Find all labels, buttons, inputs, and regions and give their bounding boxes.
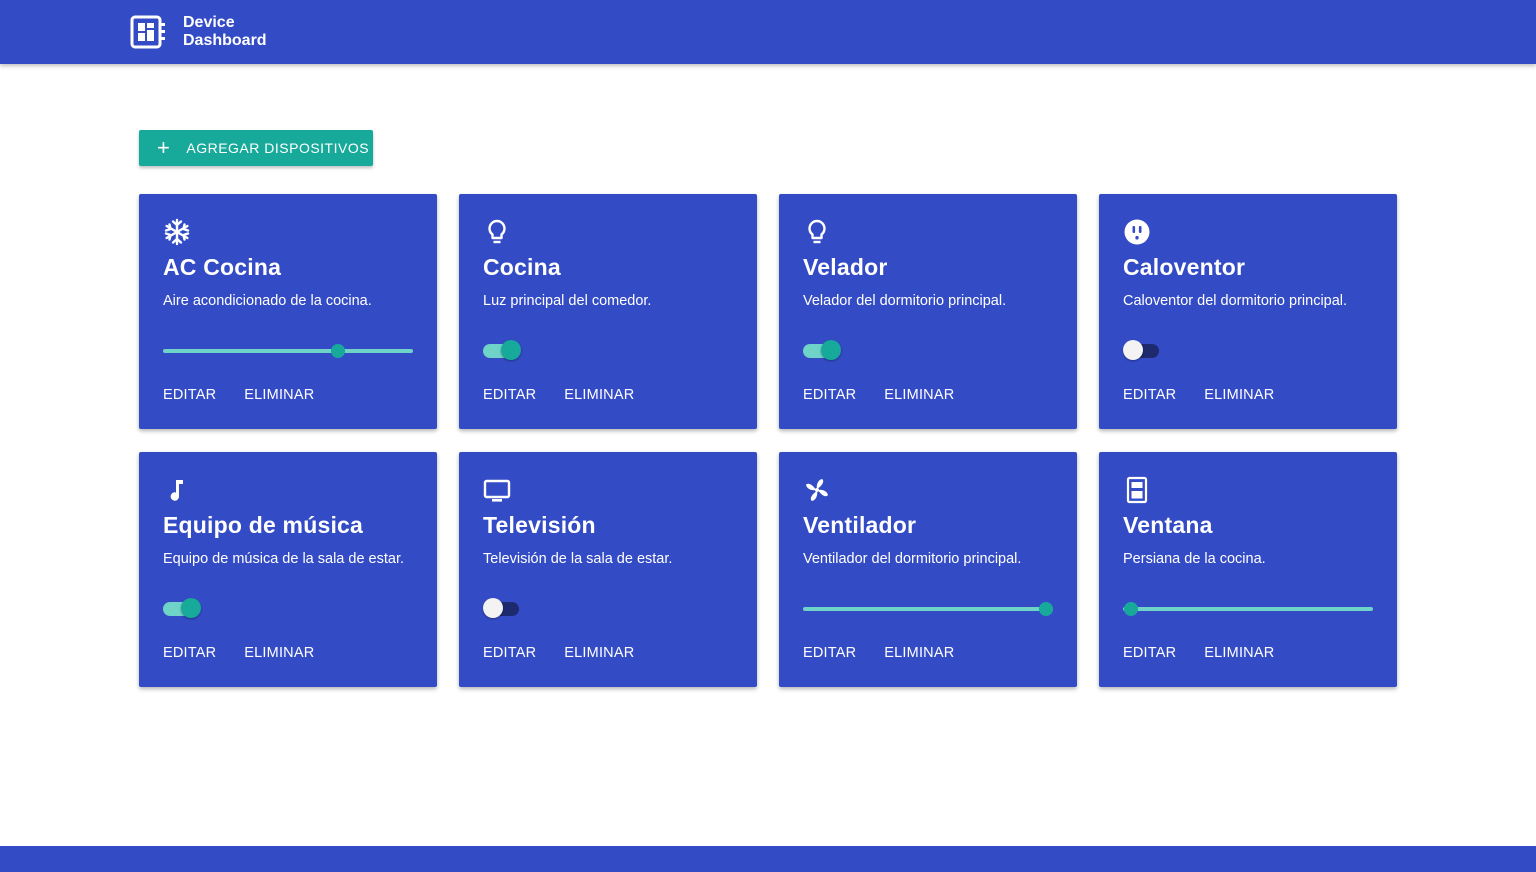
slider-thumb[interactable] — [1038, 602, 1053, 616]
device-card: Equipo de música Equipo de música de la … — [139, 452, 437, 687]
delete-button[interactable]: ELIMINAR — [564, 387, 634, 403]
device-name: Equipo de música — [163, 512, 364, 538]
device-switch-wrap — [803, 339, 1053, 361]
brand[interactable]: Device Dashboard — [130, 14, 267, 50]
edit-button[interactable]: EDITAR — [1123, 645, 1176, 661]
window-blind-icon — [1126, 476, 1148, 504]
delete-button[interactable]: ELIMINAR — [884, 645, 954, 661]
edit-button[interactable]: EDITAR — [163, 645, 216, 661]
device-actions: EDITAR ELIMINAR — [1123, 645, 1274, 661]
device-actions: EDITAR ELIMINAR — [163, 387, 314, 403]
device-actions: EDITAR ELIMINAR — [163, 645, 314, 661]
device-switch-wrap — [163, 597, 413, 619]
device-card: Televisión Televisión de la sala de esta… — [459, 452, 757, 687]
device-card: Ventilador Ventilador del dormitorio pri… — [779, 452, 1077, 687]
device-toggle-switch[interactable] — [483, 597, 523, 619]
switch-knob — [483, 598, 503, 618]
device-description: Velador del dormitorio principal. — [803, 293, 1007, 309]
device-actions: EDITAR ELIMINAR — [803, 387, 954, 403]
delete-button[interactable]: ELIMINAR — [244, 645, 314, 661]
device-actions: EDITAR ELIMINAR — [1123, 387, 1274, 403]
footer-bar — [0, 846, 1536, 872]
edit-button[interactable]: EDITAR — [163, 387, 216, 403]
add-devices-label: AGREGAR DISPOSITIVOS — [186, 140, 370, 156]
delete-button[interactable]: ELIMINAR — [1204, 645, 1274, 661]
device-slider[interactable] — [163, 339, 413, 361]
top-app-bar: Device Dashboard — [0, 0, 1536, 64]
music-note-icon — [170, 480, 183, 501]
device-name: AC Cocina — [163, 254, 282, 280]
device-actions: EDITAR ELIMINAR — [483, 645, 634, 661]
slider-thumb[interactable] — [1123, 602, 1138, 616]
device-description: Equipo de música de la sala de estar. — [163, 551, 405, 567]
device-description: Ventilador del dormitorio principal. — [803, 551, 1022, 567]
slider-track[interactable] — [163, 349, 413, 353]
switch-knob — [1123, 340, 1143, 360]
app-title-line2: Dashboard — [183, 32, 267, 49]
slider-track[interactable] — [1123, 607, 1373, 611]
device-card: Caloventor Caloventor del dormitorio pri… — [1099, 194, 1397, 429]
edit-button[interactable]: EDITAR — [483, 387, 536, 403]
snowflake-icon — [164, 218, 190, 246]
delete-button[interactable]: ELIMINAR — [564, 645, 634, 661]
slider-thumb[interactable] — [331, 344, 345, 358]
device-card: Ventana Persiana de la cocina. EDITAR EL… — [1099, 452, 1397, 687]
edit-button[interactable]: EDITAR — [1123, 387, 1176, 403]
device-name: Caloventor — [1123, 254, 1246, 280]
device-switch-wrap — [483, 339, 733, 361]
device-toggle-switch[interactable] — [1123, 339, 1163, 361]
device-name: Ventilador — [803, 512, 917, 538]
dashboard-icon — [130, 15, 165, 49]
device-name: Velador — [803, 254, 888, 280]
device-slider[interactable] — [803, 597, 1053, 619]
device-toggle-switch[interactable] — [163, 597, 203, 619]
delete-button[interactable]: ELIMINAR — [1204, 387, 1274, 403]
lightbulb-icon — [808, 219, 826, 244]
device-description: Persiana de la cocina. — [1123, 551, 1266, 567]
device-slider[interactable] — [1123, 597, 1373, 619]
plus-icon: + — [157, 135, 171, 160]
device-actions: EDITAR ELIMINAR — [483, 387, 634, 403]
tv-icon — [483, 479, 511, 502]
switch-knob — [501, 340, 521, 360]
device-description: Aire acondicionado de la cocina. — [163, 293, 372, 309]
device-card: Velador Velador del dormitorio principal… — [779, 194, 1077, 429]
edit-button[interactable]: EDITAR — [803, 645, 856, 661]
edit-button[interactable]: EDITAR — [483, 645, 536, 661]
device-toggle-switch[interactable] — [483, 339, 523, 361]
device-name: Televisión — [483, 512, 596, 538]
device-switch-wrap — [1123, 339, 1373, 361]
device-card: Cocina Luz principal del comedor. EDITAR… — [459, 194, 757, 429]
device-description: Caloventor del dormitorio principal. — [1123, 293, 1348, 309]
device-card: AC Cocina Aire acondicionado de la cocin… — [139, 194, 437, 429]
delete-button[interactable]: ELIMINAR — [884, 387, 954, 403]
switch-knob — [821, 340, 841, 360]
device-description: Luz principal del comedor. — [483, 293, 652, 309]
edit-button[interactable]: EDITAR — [803, 387, 856, 403]
device-name: Ventana — [1123, 512, 1213, 538]
device-grid: AC Cocina Aire acondicionado de la cocin… — [139, 194, 1397, 687]
app-title-line1: Device — [183, 14, 235, 31]
app-title: Device Dashboard — [183, 14, 267, 50]
device-toggle-switch[interactable] — [803, 339, 843, 361]
device-actions: EDITAR ELIMINAR — [803, 645, 954, 661]
fan-icon — [806, 479, 828, 501]
power-outlet-icon — [1124, 219, 1150, 245]
device-name: Cocina — [483, 254, 561, 280]
switch-knob — [181, 598, 201, 618]
lightbulb-icon — [488, 219, 506, 244]
add-devices-button[interactable]: + AGREGAR DISPOSITIVOS — [139, 130, 373, 166]
device-description: Televisión de la sala de estar. — [483, 551, 673, 567]
device-switch-wrap — [483, 597, 733, 619]
delete-button[interactable]: ELIMINAR — [244, 387, 314, 403]
slider-track[interactable] — [803, 607, 1053, 611]
